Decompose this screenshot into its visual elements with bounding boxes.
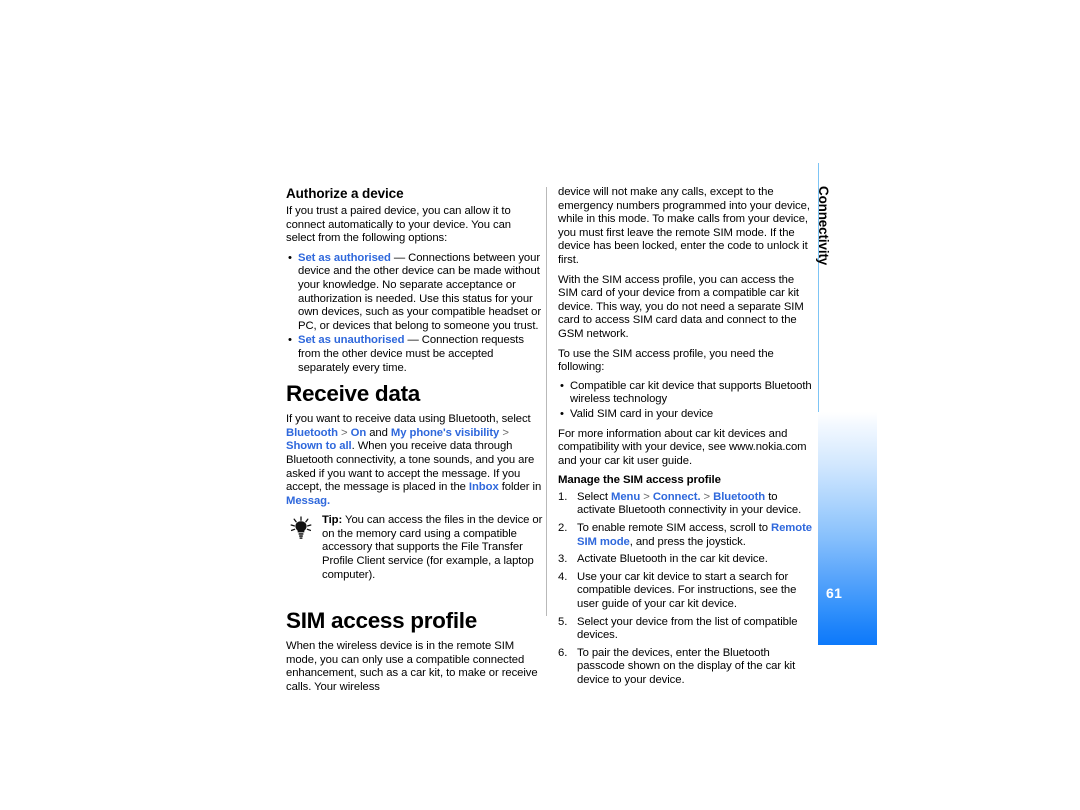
list-item: 4. Use your car kit device to start a sea… bbox=[558, 571, 815, 612]
step-number: 3. bbox=[558, 553, 568, 566]
authorize-options-list: • Set as authorised — Connections between… bbox=[286, 252, 543, 375]
em-dash: — bbox=[390, 251, 409, 264]
conjunction-and: and bbox=[366, 426, 391, 439]
bullet-glyph: • bbox=[288, 251, 292, 264]
chapter-label-connectivity: Connectivity bbox=[816, 186, 831, 266]
tip-callout: Tip: You can access the files in the dev… bbox=[286, 514, 543, 582]
link-on[interactable]: On bbox=[351, 427, 367, 439]
list-item: 1. Select Menu > Connect. > Bluetooth to … bbox=[558, 491, 815, 518]
authorize-intro-paragraph: If you trust a paired device, you can al… bbox=[286, 205, 511, 245]
link-inbox[interactable]: Inbox bbox=[469, 481, 499, 493]
step-text-post: , and press the joystick. bbox=[629, 535, 746, 548]
path-separator: > bbox=[499, 426, 509, 439]
heading-receive-data: Receive data bbox=[286, 381, 420, 407]
link-menu[interactable]: Menu bbox=[611, 491, 640, 503]
page-number: 61 bbox=[826, 585, 843, 601]
step-number: 1. bbox=[558, 490, 568, 503]
link-bluetooth[interactable]: Bluetooth bbox=[286, 427, 338, 439]
step-text-pre: To pair the devices, enter the Bluetooth… bbox=[577, 646, 796, 686]
bullet-glyph: • bbox=[288, 334, 292, 347]
step-number: 4. bbox=[558, 570, 568, 583]
sim-profile-paragraph: With the SIM access profile, you can acc… bbox=[558, 273, 804, 340]
tip-label: Tip: bbox=[322, 514, 343, 527]
receive-data-paragraph: If you want to receive data using Blueto… bbox=[286, 413, 543, 508]
sidebar-gradient-block bbox=[818, 412, 877, 645]
receive-part3: folder in bbox=[498, 481, 542, 494]
left-text-column: Authorize a device If you trust a paired… bbox=[286, 186, 543, 701]
receive-part1: If you want to receive data using Blueto… bbox=[286, 413, 531, 426]
path-separator: > bbox=[640, 490, 653, 503]
link-shown-to-all[interactable]: Shown to all bbox=[286, 440, 352, 452]
requirements-intro-paragraph: To use the SIM access profile, you need … bbox=[558, 347, 774, 374]
step-text-pre: Use your car kit device to start a searc… bbox=[577, 570, 797, 611]
path-separator: > bbox=[338, 426, 351, 439]
requirement-text: Compatible car kit device that supports … bbox=[570, 379, 812, 406]
list-item: • Compatible car kit device that supports… bbox=[558, 380, 815, 407]
document-page: Authorize a device If you trust a paired… bbox=[0, 0, 1080, 810]
column-divider bbox=[546, 187, 547, 616]
tip-text: You can access the files in the device o… bbox=[322, 514, 543, 581]
list-item: 5. Select your device from the list of co… bbox=[558, 616, 815, 643]
em-dash: — bbox=[404, 334, 422, 347]
step-number: 6. bbox=[558, 646, 568, 659]
step-text-pre: Select your device from the list of comp… bbox=[577, 615, 798, 642]
bullet-glyph: • bbox=[560, 379, 564, 392]
link-messag[interactable]: Messag. bbox=[286, 495, 330, 507]
path-separator: > bbox=[700, 490, 714, 503]
step-number: 5. bbox=[558, 615, 568, 628]
list-item: 2. To enable remote SIM access, scroll to… bbox=[558, 522, 815, 549]
requirements-list: • Compatible car kit device that supports… bbox=[558, 380, 815, 422]
link-my-phones-visibility[interactable]: My phone's visibility bbox=[391, 427, 499, 439]
list-item: • Set as unauthorised — Connection reques… bbox=[286, 334, 543, 375]
heading-authorize-a-device: Authorize a device bbox=[286, 186, 404, 201]
sim-intro-paragraph: When the wireless device is in the remot… bbox=[286, 640, 538, 694]
link-connect[interactable]: Connect. bbox=[653, 491, 701, 503]
list-item: 3. Activate Bluetooth in the car kit devi… bbox=[558, 553, 815, 567]
list-item: • Set as authorised — Connections between… bbox=[286, 252, 543, 334]
continuation-paragraph: device will not make any calls, except t… bbox=[558, 186, 810, 266]
step-text-pre: Select bbox=[577, 490, 611, 503]
lightbulb-icon bbox=[288, 516, 314, 540]
heading-sim-access-profile: SIM access profile bbox=[286, 608, 477, 634]
list-item: 6. To pair the devices, enter the Bluetoo… bbox=[558, 647, 815, 688]
requirement-text: Valid SIM card in your device bbox=[570, 407, 714, 420]
step-number: 2. bbox=[558, 522, 568, 535]
link-bluetooth[interactable]: Bluetooth bbox=[713, 491, 765, 503]
manage-steps-list: 1. Select Menu > Connect. > Bluetooth to … bbox=[558, 491, 815, 688]
link-set-as-authorised[interactable]: Set as authorised bbox=[298, 252, 391, 264]
bullet-glyph: • bbox=[560, 407, 564, 420]
heading-manage-sim-access-profile: Manage the SIM access profile bbox=[558, 474, 721, 487]
step-text-pre: To enable remote SIM access, scroll to bbox=[577, 522, 772, 535]
step-text-pre: Activate Bluetooth in the car kit device… bbox=[577, 553, 768, 566]
list-item: • Valid SIM card in your device bbox=[558, 408, 815, 422]
right-text-column: device will not make any calls, except t… bbox=[558, 186, 815, 692]
more-info-paragraph: For more information about car kit devic… bbox=[558, 427, 807, 467]
link-set-as-unauthorised[interactable]: Set as unauthorised bbox=[298, 334, 405, 346]
